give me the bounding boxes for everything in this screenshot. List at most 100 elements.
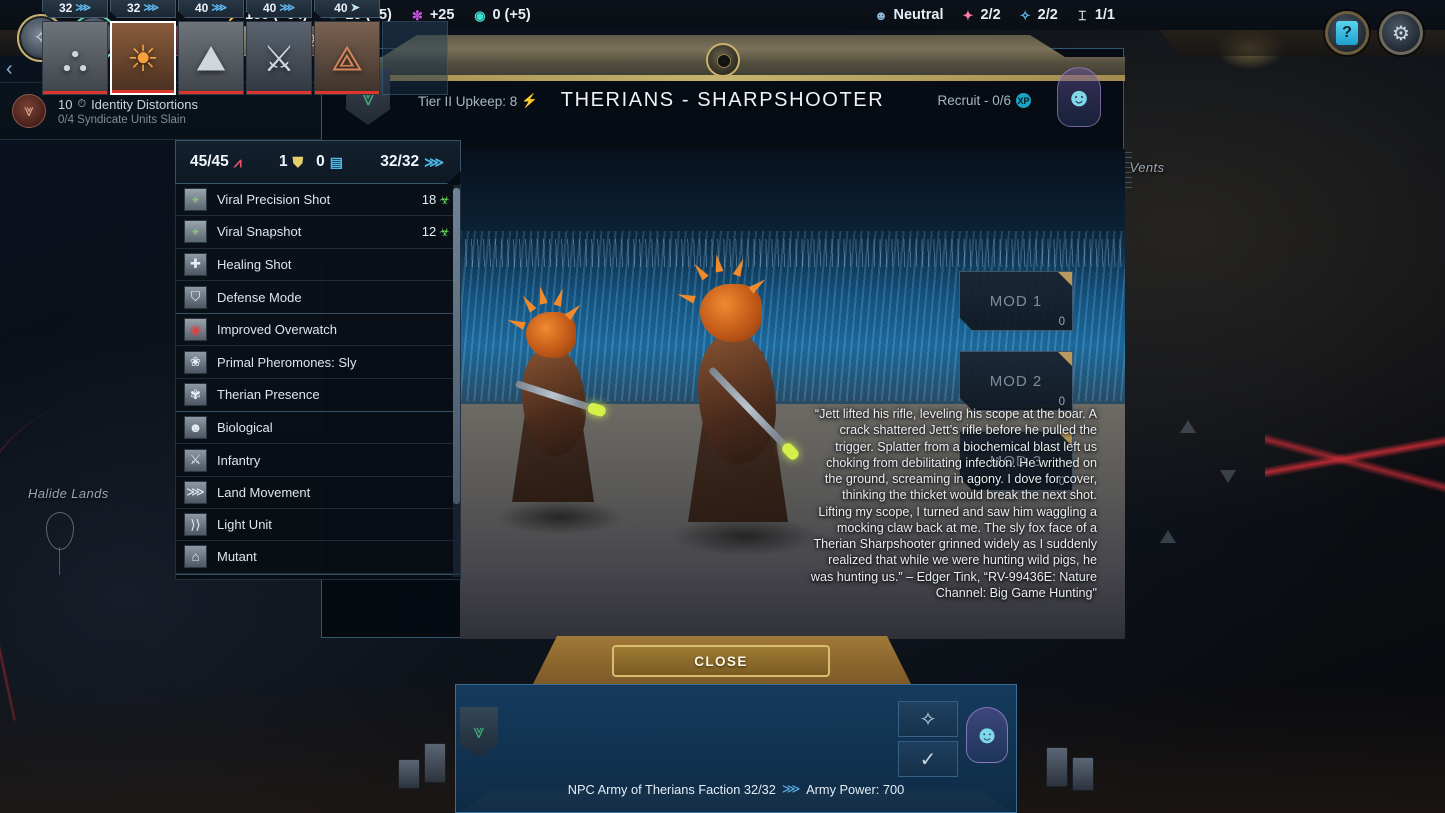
ability-group-active: ⌖ Viral Precision Shot 18 ☣ ⌖ Viral Snap… <box>176 184 460 315</box>
movement-icon: ⋙ <box>279 2 295 14</box>
mod-slot-1-count: 0 <box>1058 316 1065 328</box>
armor-icon: ⛊ <box>292 153 304 170</box>
gear-icon: ⚙ <box>1392 22 1410 45</box>
unit-card-2[interactable]: 32 ⋙ ☀ <box>110 0 176 95</box>
army-info-text: NPC Army of Therians Faction 32/32 <box>567 781 776 797</box>
flight-icon: ➤ <box>350 2 360 14</box>
army-controls: ✧ ✓ <box>898 701 958 781</box>
status-pink[interactable]: ✦ 2/2 <box>960 7 1001 23</box>
ability-label: Healing Shot <box>217 256 292 272</box>
status-column[interactable]: ⌶ 1/1 <box>1075 7 1115 23</box>
ability-primal-pheromones-sly[interactable]: ❀ Primal Pheromones: Sly <box>176 346 460 379</box>
ability-label: Viral Precision Shot <box>217 192 331 208</box>
healing-shot-icon: ✚ <box>184 252 207 276</box>
armor-value: 1 <box>279 153 288 170</box>
stat-value: 40 <box>334 0 348 15</box>
army-target-button[interactable]: ✧ <box>898 701 958 737</box>
status-diplomacy[interactable]: ☻ Neutral <box>874 7 943 23</box>
unit-silhouette-icon: ⟁ <box>330 37 364 79</box>
mod-corner-icon <box>1058 272 1072 286</box>
trait-infantry[interactable]: ⚔ Infantry <box>176 444 460 477</box>
unit-spike <box>519 293 537 313</box>
map-marker-triangle <box>1220 470 1236 483</box>
army-leader-portrait: ☻ <box>966 707 1008 763</box>
light-unit-icon: ⟩⟩ <box>184 513 207 537</box>
ability-viral-precision-shot[interactable]: ⌖ Viral Precision Shot 18 ☣ <box>176 184 460 217</box>
mod-slot-2[interactable]: MOD 2 0 <box>959 351 1073 411</box>
army-power-text: Army Power: 700 <box>806 781 905 797</box>
movement-icon: ⋙ <box>424 153 444 170</box>
unit-render-viewport: MOD 1 0 MOD 2 0 MOD 3 0 “Jett lifted his… <box>460 149 1125 639</box>
recruit-label: Recruit - 0/6 <box>937 93 1011 108</box>
ability-label: Therian Presence <box>217 387 320 403</box>
biochem-icon: ☣ <box>439 224 450 239</box>
ability-label: Primal Pheromones: Sly <box>217 354 357 370</box>
unit-card-4-portrait: ⚔ <box>246 21 312 95</box>
ability-viral-snapshot[interactable]: ⌖ Viral Snapshot 12 ☣ <box>176 216 460 249</box>
ability-therian-presence[interactable]: ✾ Therian Presence <box>176 379 460 411</box>
map-cargo-crate <box>398 759 420 789</box>
unit-silhouette-icon: ☀ <box>126 38 160 80</box>
land-movement-icon: ⋙ <box>184 480 207 504</box>
ability-group-passive: ◉ Improved Overwatch ❀ Primal Pheromones… <box>176 314 460 413</box>
ability-label: Defense Mode <box>217 289 302 305</box>
mod-slot-1-label: MOD 1 <box>989 292 1043 310</box>
unit-card-5[interactable]: 40 ➤ ⟁ <box>314 0 380 95</box>
cost-value: 18 <box>421 192 437 208</box>
ability-scrollbar-thumb[interactable] <box>453 188 460 504</box>
pink-marker-icon: ✦ <box>962 7 974 23</box>
ability-group-traits: ☻ Biological ⚔ Infantry ⋙ Land Movement … <box>176 412 460 575</box>
unit-card-list: 32 ⋙ ⛬ 32 ⋙ ☀ 40 ⋙ ⛰ 40 ⋙ ⚔ 40 ➤ ⟁ <box>42 0 448 95</box>
mod-slot-1[interactable]: MOD 1 0 <box>959 271 1073 331</box>
trait-biological[interactable]: ☻ Biological <box>176 412 460 445</box>
infantry-icon: ⚔ <box>184 448 207 472</box>
army-info: NPC Army of Therians Faction 32/32 ⋙ Arm… <box>456 781 1016 797</box>
unit-card-2-portrait: ☀ <box>110 21 176 95</box>
resource-knowledge[interactable]: ◉ 0 (+5) <box>472 7 530 23</box>
knowledge-value: 0 (+5) <box>492 7 531 23</box>
unit-spike <box>748 276 768 294</box>
unit-health-bar <box>179 91 243 94</box>
shields-icon: ▤ <box>329 153 343 170</box>
army-confirm-button[interactable]: ✓ <box>898 741 958 777</box>
trait-label: Biological <box>217 420 273 436</box>
defense-mode-icon: ⛉ <box>184 285 207 309</box>
quest-title-row: 10 ⏱ Identity Distortions <box>58 97 198 112</box>
map-cargo-crate <box>1072 757 1094 791</box>
unit-slot-empty[interactable] <box>382 21 448 95</box>
trait-land-movement[interactable]: ⋙ Land Movement <box>176 477 460 509</box>
unit-spike <box>691 261 709 281</box>
map-cargo-crate <box>1046 747 1068 787</box>
unit-card-1[interactable]: 32 ⋙ ⛬ <box>42 0 108 95</box>
unit-card-3[interactable]: 40 ⋙ ⛰ <box>178 0 244 95</box>
back-button[interactable]: ‹ <box>6 58 13 81</box>
settings-button[interactable]: ⚙ <box>1379 11 1423 55</box>
close-button[interactable]: CLOSE <box>612 645 830 677</box>
status-blue[interactable]: ✧ 2/2 <box>1018 7 1058 23</box>
therian-unit-left <box>490 284 630 535</box>
trait-mutant[interactable]: ⌂ Mutant <box>176 541 460 574</box>
unit-silhouette-icon: ⚔ <box>262 38 296 80</box>
column-icon: ⌶ <box>1078 7 1087 23</box>
unit-card-5-portrait: ⟁ <box>314 21 380 95</box>
army-bar: ⩔ ✧ ✓ ☻ NPC Army of Therians Faction 32/… <box>455 684 1017 813</box>
window-header-ornament <box>705 43 740 77</box>
unit-card-4-stat: 40 ⋙ <box>246 0 312 18</box>
column-value: 1/1 <box>1094 7 1115 23</box>
ability-label: Viral Snapshot <box>217 224 302 240</box>
ability-defense-mode[interactable]: ⛉ Defense Mode <box>176 281 460 313</box>
help-button[interactable]: ? <box>1325 11 1369 55</box>
shields-value: 0 <box>316 153 325 170</box>
primal-pheromones-icon: ❀ <box>184 350 207 374</box>
trait-light-unit[interactable]: ⟩⟩ Light Unit <box>176 509 460 542</box>
unit-spike <box>553 287 567 307</box>
stat-movement: 32/32 ⋙ <box>380 153 444 171</box>
ability-healing-shot[interactable]: ✚ Healing Shot <box>176 249 460 281</box>
mod-slot-2-label: MOD 2 <box>989 372 1043 390</box>
stat-armor-shields: 1 ⛊ 0 ▤ <box>279 153 343 171</box>
biochem-icon: ☣ <box>439 192 450 207</box>
ability-improved-overwatch[interactable]: ◉ Improved Overwatch <box>176 314 460 347</box>
unit-card-4[interactable]: 40 ⋙ ⚔ <box>246 0 312 95</box>
map-label-halide-lands: Halide Lands <box>28 486 109 501</box>
stat-value: 40 <box>262 0 277 15</box>
